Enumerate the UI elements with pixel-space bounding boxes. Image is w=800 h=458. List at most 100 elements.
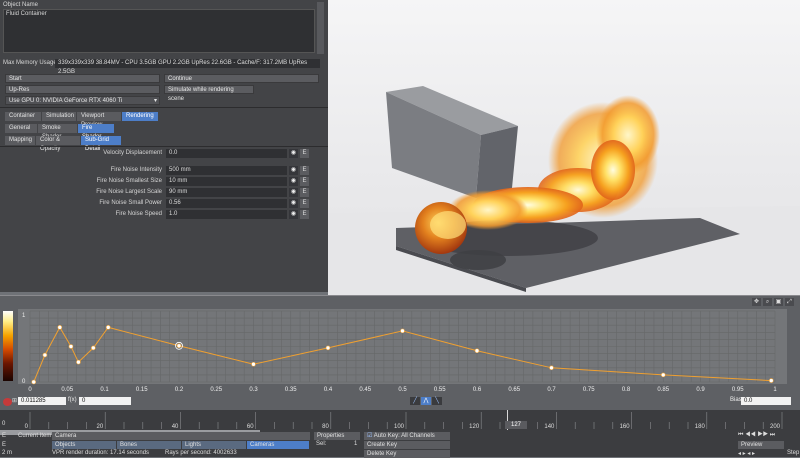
e-button[interactable]: E: [300, 210, 309, 219]
memory-label: Max Memory Usage: [3, 60, 57, 66]
tab-smoke-shader[interactable]: Smoke Shader: [38, 124, 77, 140]
tab-container[interactable]: Container: [5, 112, 41, 121]
tab-viewport-preview[interactable]: Viewport Preview: [77, 112, 121, 128]
tab-simulation[interactable]: Simulation: [42, 112, 76, 121]
fire-noise-smallest-size-label: Fire Noise Smallest Size: [96, 178, 162, 184]
tab-color-opacity[interactable]: Color & Opacity: [36, 136, 80, 152]
e-button[interactable]: E: [300, 188, 309, 197]
sel-value: 1: [354, 441, 358, 447]
divider: [0, 146, 328, 147]
bones-tab[interactable]: Bones: [117, 441, 181, 449]
envelope-icon[interactable]: ◉: [289, 166, 298, 175]
cube-side: [476, 126, 518, 198]
x-tick-label: 0.3: [249, 387, 258, 393]
preview-dropdown[interactable]: Preview: [738, 441, 784, 449]
fx-label: f(x): [68, 397, 77, 403]
x-tick-label: 0.95: [732, 387, 744, 393]
e-button[interactable]: E: [300, 199, 309, 208]
curve-point[interactable]: [400, 328, 405, 334]
chevron-down-icon: ▾: [153, 98, 157, 104]
object-name-list[interactable]: Fluid Container: [3, 9, 315, 53]
step-label: Step: [787, 450, 800, 456]
x-tick-label: 0.25: [210, 387, 222, 393]
curve-point[interactable]: [474, 348, 480, 354]
velocity-displacement-field[interactable]: 0.0: [166, 149, 287, 158]
envelope-icon[interactable]: ◉: [289, 149, 298, 158]
bias-label: Bias: [730, 397, 742, 403]
curve-graph[interactable]: 1 0 0 0.05 0.1 0.15 0.2 0.25 0.3 0.35 0.4 0.45 0.5 0.…: [0, 296, 800, 411]
timeline-tick-label: 120: [469, 424, 480, 430]
divider: [0, 107, 328, 108]
continue-button[interactable]: Continue: [164, 74, 319, 83]
curve-point[interactable]: [76, 359, 81, 365]
objects-tab[interactable]: Objects: [52, 441, 116, 449]
curve-linear-icon[interactable]: ╱: [410, 397, 420, 405]
curve-point[interactable]: [549, 365, 554, 371]
x-tick-label: 0.5: [398, 387, 407, 393]
e-button[interactable]: E: [300, 166, 309, 175]
envelope-icon[interactable]: ◉: [289, 210, 298, 219]
curve-point[interactable]: [768, 378, 774, 383]
start-button[interactable]: Start: [5, 74, 160, 83]
lights-tab[interactable]: Lights: [182, 441, 246, 449]
viewport-3d[interactable]: [328, 0, 800, 300]
fire-noise-intensity-field[interactable]: 500 mm: [166, 166, 287, 175]
timeline-tick-label: 200: [770, 424, 781, 430]
x-tick-label: 0.65: [508, 387, 520, 393]
object-name-value[interactable]: Fluid Container: [4, 10, 314, 18]
x-value-field[interactable]: 0.011285: [18, 397, 66, 405]
auto-key-select[interactable]: ☑ Auto Key: All Channels: [364, 432, 450, 440]
fire-noise-small-power-label: Fire Noise Small Power: [99, 200, 162, 206]
x-axis-icon: ⊞: [12, 398, 18, 404]
upres-button[interactable]: Up-Res: [5, 85, 160, 94]
current-item-select[interactable]: Camera: [52, 432, 310, 440]
list-scrollbar[interactable]: [317, 2, 324, 54]
tab-general[interactable]: General: [5, 124, 37, 133]
tab-fire-shader[interactable]: Fire Shader: [78, 124, 114, 140]
curve-point[interactable]: [325, 345, 331, 351]
curve-step-icon[interactable]: ╲: [432, 397, 442, 405]
record-icon[interactable]: [3, 398, 12, 406]
bias-field[interactable]: 0.0: [741, 397, 791, 405]
x-tick-label: 0.2: [175, 387, 184, 393]
curve-point[interactable]: [42, 352, 48, 358]
step-controls[interactable]: ◂ ▸ ◂ ▸: [738, 450, 755, 457]
curve-point[interactable]: [251, 361, 256, 367]
fx-value-field[interactable]: 0: [79, 397, 131, 405]
scene-render: [328, 86, 800, 300]
object-name-label: Object Name: [3, 2, 39, 8]
curve-point[interactable]: [176, 343, 182, 349]
envelope-icon[interactable]: ◉: [289, 177, 298, 186]
curve-point[interactable]: [31, 379, 37, 385]
curve-point[interactable]: [68, 344, 74, 349]
fire-noise-speed-field[interactable]: 1.0: [166, 210, 287, 219]
curve-point[interactable]: [57, 325, 63, 330]
fire-noise-largest-scale-field[interactable]: 90 mm: [166, 188, 287, 197]
cameras-tab[interactable]: Cameras: [247, 441, 309, 449]
e-button[interactable]: E: [300, 149, 309, 158]
timeline-tick-label: 160: [620, 424, 631, 430]
curve-point[interactable]: [105, 325, 111, 330]
fire-noise-smallest-size-field[interactable]: 10 mm: [166, 177, 287, 186]
properties-button[interactable]: Properties: [314, 432, 360, 440]
e-button[interactable]: E: [300, 177, 309, 186]
timeline-ruler[interactable]: 0 20 40 60 80 100 120 140 160 180 200: [0, 410, 800, 430]
x-tick-label: 0: [28, 387, 32, 393]
simulate-while-rendering-button[interactable]: Simulate while rendering scene: [164, 85, 254, 102]
tab-mapping[interactable]: Mapping: [5, 136, 35, 145]
envelope-icon[interactable]: ◉: [289, 199, 298, 208]
gpu-select[interactable]: Use GPU 0: NVIDIA GeForce RTX 4060 Ti ▾: [5, 96, 160, 105]
gpu-select-value: Use GPU 0: NVIDIA GeForce RTX 4060 Ti: [9, 98, 123, 104]
curve-point[interactable]: [91, 345, 96, 351]
tab-sub-grid-detail[interactable]: Sub-Grid Detail: [81, 136, 121, 152]
curve-point[interactable]: [660, 372, 666, 378]
frame-marker[interactable]: 127: [505, 421, 527, 429]
x-tick-label: 0.15: [136, 387, 148, 393]
create-key-button[interactable]: Create Key: [364, 441, 450, 449]
playback-controls[interactable]: ⏮ ◀◀ ▶▶ ⏭: [738, 432, 794, 440]
tab-rendering[interactable]: Rendering: [122, 112, 158, 121]
fire-noise-small-power-field[interactable]: 0.56: [166, 199, 287, 208]
sel-label: Sel:: [316, 441, 327, 447]
envelope-icon[interactable]: ◉: [289, 188, 298, 197]
curve-peak-icon[interactable]: ⋀: [421, 397, 431, 405]
